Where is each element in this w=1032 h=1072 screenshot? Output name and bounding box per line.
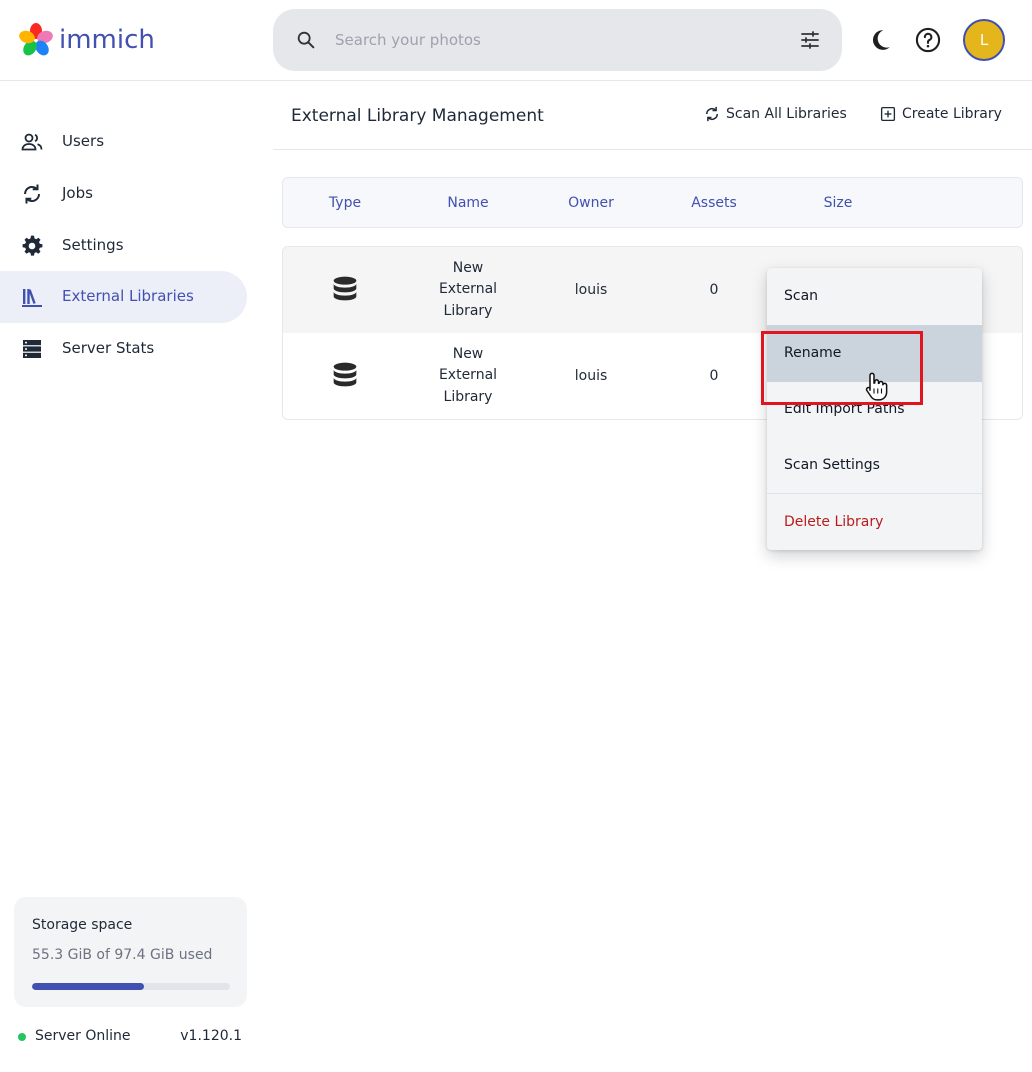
library-name: New External Library	[438, 259, 498, 319]
library-assets: 0	[709, 368, 719, 384]
create-library-label: Create Library	[902, 106, 1002, 122]
sidebar-item-label: External Libraries	[62, 287, 194, 305]
library-name: New External Library	[438, 345, 498, 405]
storage-panel: Storage space 55.3 GiB of 97.4 GiB used	[14, 897, 247, 1007]
library-context-menu: Scan Rename Edit Import Paths Scan Setti…	[767, 268, 982, 550]
database-icon	[333, 276, 357, 301]
search-options-icon[interactable]	[798, 28, 822, 52]
online-status-dot	[18, 1033, 26, 1041]
type-cell	[329, 333, 361, 419]
column-header-size: Size	[823, 195, 853, 211]
app-logo[interactable]: immich	[18, 22, 155, 58]
sync-icon	[705, 106, 719, 122]
page-title: External Library Management	[291, 106, 544, 126]
user-avatar[interactable]: L	[963, 19, 1005, 61]
sidebar-item-label: Settings	[62, 236, 124, 254]
search-icon[interactable]	[295, 29, 317, 51]
users-icon	[21, 133, 43, 151]
library-icon	[22, 289, 42, 307]
search-bar[interactable]	[273, 9, 842, 71]
scan-all-libraries-button[interactable]: Scan All Libraries	[703, 105, 847, 123]
page-header: External Library Management Scan All Lib…	[273, 81, 1032, 150]
server-icon	[23, 340, 41, 358]
hand-cursor-icon	[865, 372, 888, 401]
server-version[interactable]: v1.120.1	[180, 1028, 242, 1044]
plus-box-icon	[880, 106, 896, 122]
sidebar-item-users[interactable]: Users	[0, 116, 247, 168]
storage-title: Storage space	[32, 917, 133, 933]
column-header-assets: Assets	[691, 195, 737, 211]
app-name: immich	[59, 25, 155, 55]
sidebar-item-external-libraries[interactable]: External Libraries	[0, 271, 247, 323]
server-status-label: Server Online	[35, 1028, 131, 1044]
gear-icon	[22, 235, 43, 256]
search-input[interactable]	[335, 27, 775, 53]
top-bar: immich L	[0, 0, 1032, 81]
menu-item-delete-library[interactable]: Delete Library	[767, 494, 982, 550]
table-header: Type Name Owner Assets Size	[282, 177, 1023, 228]
immich-logo-icon	[19, 23, 53, 56]
menu-item-label: Delete Library	[784, 514, 884, 530]
library-assets: 0	[709, 282, 719, 298]
sidebar-item-label: Server Stats	[62, 339, 155, 357]
scan-all-libraries-label: Scan All Libraries	[726, 106, 847, 122]
sync-icon	[23, 184, 41, 204]
column-header-name: Name	[447, 195, 489, 211]
sidebar-item-label: Jobs	[62, 184, 93, 202]
create-library-button[interactable]: Create Library	[879, 105, 1002, 123]
library-owner: louis	[574, 282, 608, 298]
sidebar-item-settings[interactable]: Settings	[0, 220, 247, 272]
sidebar-item-jobs[interactable]: Jobs	[0, 168, 247, 220]
menu-item-scan-settings[interactable]: Scan Settings	[767, 437, 982, 494]
column-header-owner: Owner	[568, 195, 614, 211]
menu-item-scan[interactable]: Scan	[767, 268, 982, 325]
storage-progress-bar	[32, 983, 230, 990]
server-status: Server Online v1.120.1	[18, 1027, 244, 1047]
help-icon[interactable]	[914, 26, 942, 54]
sidebar-item-server-stats[interactable]: Server Stats	[0, 323, 247, 375]
highlight-box	[761, 331, 923, 405]
menu-item-label: Scan Settings	[784, 457, 880, 473]
storage-progress-fill	[32, 983, 145, 990]
column-header-type: Type	[328, 195, 362, 211]
menu-item-label: Scan	[784, 288, 819, 304]
sidebar-item-label: Users	[62, 132, 105, 150]
storage-usage-text: 55.3 GiB of 97.4 GiB used	[32, 947, 213, 963]
dark-mode-icon[interactable]	[866, 26, 894, 54]
library-owner: louis	[574, 368, 608, 384]
database-icon	[333, 362, 357, 387]
type-cell	[329, 247, 361, 333]
